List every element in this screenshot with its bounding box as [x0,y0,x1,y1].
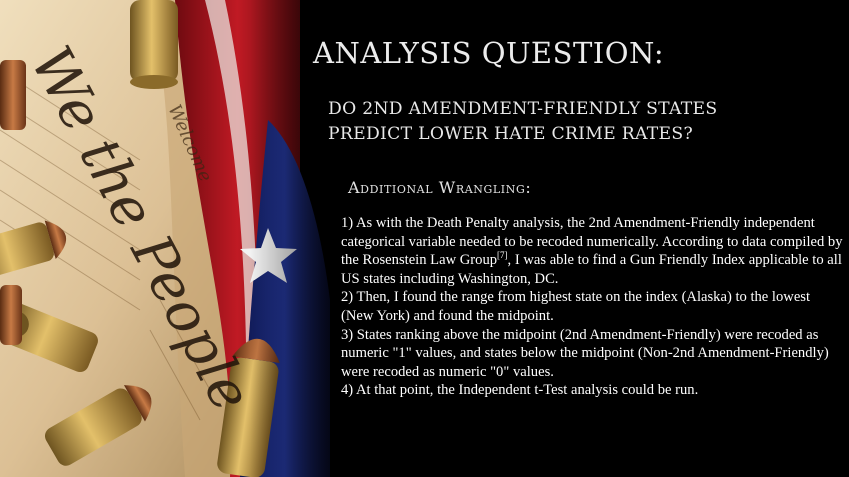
step-3: 3) States ranking above the midpoint (2n… [341,326,829,380]
step-1: 1) As with the Death Penalty analysis, t… [341,214,846,288]
section-subheading: Additional Wrangling: [348,178,532,197]
question-line-1: DO 2ND AMENDMENT-FRIENDLY STATES [328,99,718,119]
step-2: 2) Then, I found the range from highest … [341,289,811,324]
step-4: 4) At that point, the Independent t-Test… [341,382,699,399]
slide-title: ANALYSIS QUESTION: [313,36,665,70]
wrangling-steps: 1) As with the Death Penalty analysis, t… [341,214,846,400]
slide: We the People Welcome ANALYSIS QUESTION:… [0,0,849,477]
analysis-question: DO 2ND AMENDMENT-FRIENDLY STATES PREDICT… [328,97,717,147]
question-line-2: PREDICT LOWER HATE CRIME RATES? [328,124,693,144]
content-panel: ANALYSIS QUESTION: DO 2ND AMENDMENT-FRIE… [300,0,849,477]
citation-7: [7] [497,250,508,261]
